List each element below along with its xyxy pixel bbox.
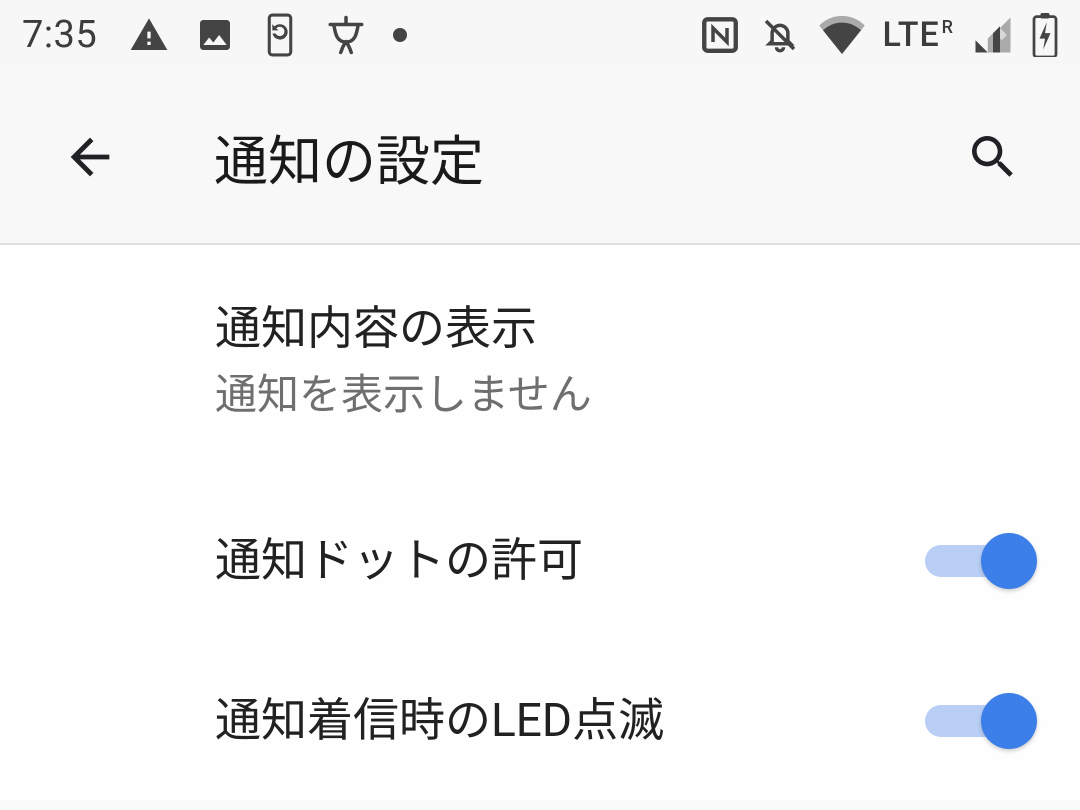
app-bar: 通知の設定 <box>0 70 1080 245</box>
setting-title: 通知着信時のLED点滅 <box>215 689 925 753</box>
signal-icon <box>972 14 1014 56</box>
nfc-icon <box>699 14 741 56</box>
search-icon <box>965 129 1021 185</box>
toggle-led-blink[interactable] <box>925 693 1025 749</box>
setting-title: 通知ドットの許可 <box>215 529 925 593</box>
settings-list: 通知内容の表示 通知を表示しません 通知ドットの許可 通知着信時のLED点滅 <box>0 245 1080 800</box>
wifi-icon <box>819 16 865 54</box>
arrow-back-icon <box>61 128 119 186</box>
dot-icon <box>393 28 407 42</box>
toggle-thumb <box>981 533 1037 589</box>
lte-label: LTE R <box>883 15 955 55</box>
search-button[interactable] <box>961 125 1025 189</box>
phone-update-icon <box>261 12 299 58</box>
status-left: 7:35 <box>22 12 407 58</box>
back-button[interactable] <box>58 125 122 189</box>
setting-led-blink[interactable]: 通知着信時のLED点滅 <box>0 640 1080 800</box>
setting-subtitle: 通知を表示しません <box>215 369 592 424</box>
lte-text: LTE <box>883 15 940 55</box>
notification-off-icon <box>759 14 801 56</box>
status-bar: 7:35 LTE R <box>0 0 1080 70</box>
battery-charging-icon <box>1032 13 1058 57</box>
setting-title: 通知内容の表示 <box>215 297 537 361</box>
image-icon <box>195 15 235 55</box>
alipay-icon <box>325 14 367 56</box>
toggle-allow-dot[interactable] <box>925 533 1025 589</box>
status-right: LTE R <box>699 13 1059 57</box>
setting-notification-content[interactable]: 通知内容の表示 通知を表示しません <box>0 245 1080 480</box>
status-time: 7:35 <box>22 13 97 57</box>
setting-allow-dot[interactable]: 通知ドットの許可 <box>0 480 1080 640</box>
roaming-indicator: R <box>942 17 954 38</box>
toggle-thumb <box>981 693 1037 749</box>
page-title: 通知の設定 <box>214 117 484 196</box>
warning-icon <box>129 15 169 55</box>
